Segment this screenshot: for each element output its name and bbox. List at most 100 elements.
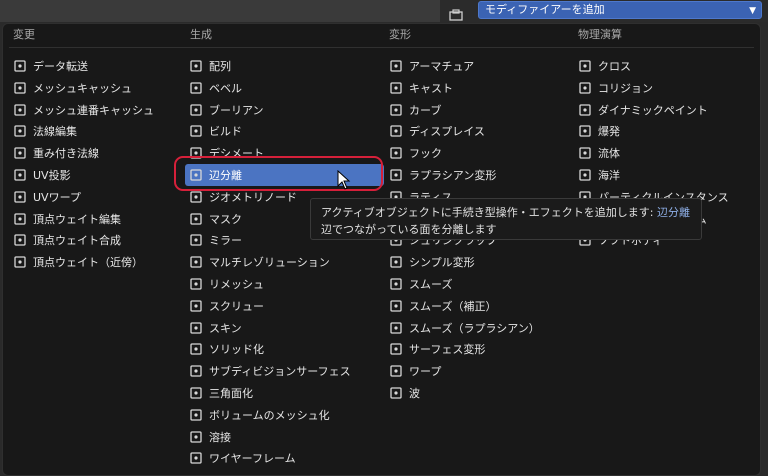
- menu-item-wave[interactable]: 波: [389, 382, 569, 404]
- menu-item-label: ボリュームのメッシュ化: [209, 408, 330, 422]
- menu-item-label: スムーズ（ラプラシアン）: [409, 321, 540, 335]
- menu-item-wireframe[interactable]: ワイヤーフレーム: [189, 447, 379, 469]
- menu-item-remesh[interactable]: リメッシュ: [189, 273, 379, 295]
- menu-item-label: ブーリアン: [209, 103, 264, 117]
- column-header-deform: 変形: [389, 28, 411, 41]
- menu-item-build[interactable]: ビルド: [189, 120, 379, 142]
- menu-item-cast[interactable]: キャスト: [389, 77, 569, 99]
- menu-item-triangulate[interactable]: 三角面化: [189, 382, 379, 404]
- wrench-toolbox-icon[interactable]: [449, 6, 463, 21]
- menu-item-solidify[interactable]: ソリッド化: [189, 338, 379, 360]
- viewport-strip: [0, 0, 440, 22]
- laplacian-deform-icon: [389, 168, 403, 182]
- menu-item-armature[interactable]: アーマチュア: [389, 55, 569, 77]
- menu-item-surface-deform[interactable]: サーフェス変形: [389, 338, 569, 360]
- menu-item-collision[interactable]: コリジョン: [578, 77, 753, 99]
- menu-item-uv-project[interactable]: UV投影: [13, 164, 178, 186]
- cloth-icon: [578, 59, 592, 73]
- menu-item-hook[interactable]: フック: [389, 142, 569, 164]
- menu-item-dynamic-paint[interactable]: ダイナミックペイント: [578, 99, 753, 121]
- menu-item-volume-to-mesh[interactable]: ボリュームのメッシュ化: [189, 404, 379, 426]
- menu-item-label: サーフェス変形: [409, 343, 486, 357]
- hook-icon: [389, 146, 403, 160]
- displace-icon: [389, 124, 403, 138]
- menu-item-cloth[interactable]: クロス: [578, 55, 753, 77]
- menu-item-multiresolution[interactable]: マルチレゾリューション: [189, 251, 379, 273]
- solidify-icon: [189, 342, 203, 356]
- menu-item-data-transfer[interactable]: データ転送: [13, 55, 178, 77]
- menu-item-label: ディスプレイス: [409, 125, 485, 139]
- menu-item-vertex-weight-proximity[interactable]: 頂点ウェイト（近傍）: [13, 251, 178, 273]
- menu-item-bevel[interactable]: ベベル: [189, 77, 379, 99]
- weld-icon: [189, 430, 203, 444]
- menu-item-smooth-corrective[interactable]: スムーズ（補正）: [389, 295, 569, 317]
- menu-item-skin[interactable]: スキン: [189, 317, 379, 339]
- chevron-down-icon: ▼: [749, 6, 756, 16]
- menu-item-displace[interactable]: ディスプレイス: [389, 120, 569, 142]
- menu-item-vertex-weight-mix[interactable]: 頂点ウェイト合成: [13, 229, 178, 251]
- menu-item-label: UV投影: [33, 169, 71, 182]
- screw-icon: [189, 299, 203, 313]
- tooltip-line2: 辺でつながっている面を分離します: [321, 223, 497, 236]
- vertex-weight-proximity-icon: [13, 255, 27, 269]
- menu-item-label: スムーズ: [409, 278, 453, 291]
- menu-item-mesh-cache[interactable]: メッシュキャッシュ: [13, 77, 178, 99]
- menu-item-label: データ転送: [33, 60, 88, 73]
- smooth-corrective-icon: [389, 299, 403, 313]
- menu-item-label: メッシュ連番キャッシュ: [33, 103, 154, 117]
- menu-item-label: コリジョン: [598, 81, 653, 95]
- vertex-weight-edit-icon: [13, 212, 27, 226]
- uv-project-icon: [13, 168, 27, 182]
- column-header-physics: 物理演算: [578, 28, 622, 41]
- menu-item-simple-deform[interactable]: シンプル変形: [389, 251, 569, 273]
- menu-item-weld[interactable]: 溶接: [189, 426, 379, 448]
- menu-item-laplacian-deform[interactable]: ラプラシアン変形: [389, 164, 569, 186]
- menu-item-weighted-normal[interactable]: 重み付き法線: [13, 142, 178, 164]
- mouse-cursor-icon: [337, 169, 351, 190]
- mirror-icon: [189, 233, 203, 247]
- triangulate-icon: [189, 386, 203, 400]
- bevel-icon: [189, 81, 203, 95]
- menu-item-label: ジオメトリノード: [209, 190, 297, 204]
- menu-item-fluid[interactable]: 流体: [578, 142, 753, 164]
- menu-item-warp[interactable]: ワープ: [389, 360, 569, 382]
- menu-item-label: ワープ: [409, 365, 442, 379]
- menu-item-curve[interactable]: カーブ: [389, 99, 569, 121]
- boolean-icon: [189, 103, 203, 117]
- menu-item-label: スクリュー: [209, 299, 264, 313]
- surface-deform-icon: [389, 342, 403, 356]
- build-icon: [189, 124, 203, 138]
- add-modifier-label: モディファイアーを追加: [485, 3, 605, 16]
- menu-item-label: ラプラシアン変形: [409, 169, 497, 182]
- fluid-icon: [578, 146, 592, 160]
- menu-item-screw[interactable]: スクリュー: [189, 295, 379, 317]
- ocean-icon: [578, 168, 592, 182]
- menu-item-vertex-weight-edit[interactable]: 頂点ウェイト編集: [13, 208, 178, 230]
- weighted-normal-icon: [13, 146, 27, 160]
- menu-item-mesh-sequence-cache[interactable]: メッシュ連番キャッシュ: [13, 99, 178, 121]
- menu-item-boolean[interactable]: ブーリアン: [189, 99, 379, 121]
- menu-item-explode[interactable]: 爆発: [578, 120, 753, 142]
- menu-item-label: キャスト: [409, 81, 453, 95]
- menu-item-label: 配列: [209, 60, 231, 73]
- vertex-weight-mix-icon: [13, 233, 27, 247]
- curve-icon: [389, 103, 403, 117]
- menu-item-smooth-laplacian[interactable]: スムーズ（ラプラシアン）: [389, 317, 569, 339]
- data-transfer-icon: [13, 59, 27, 73]
- menu-item-array[interactable]: 配列: [189, 55, 379, 77]
- smooth-laplacian-icon: [389, 321, 403, 335]
- menu-item-subdivision[interactable]: サブディビジョンサーフェス: [189, 360, 379, 382]
- menu-item-smooth[interactable]: スムーズ: [389, 273, 569, 295]
- menu-item-label: クロス: [598, 60, 631, 73]
- menu-item-uv-warp[interactable]: UVワープ: [13, 186, 178, 208]
- dynamic-paint-icon: [578, 103, 592, 117]
- uv-warp-icon: [13, 190, 27, 204]
- menu-item-ocean[interactable]: 海洋: [578, 164, 753, 186]
- add-modifier-dropdown[interactable]: モディファイアーを追加 ▼: [478, 1, 762, 19]
- warp-icon: [389, 364, 403, 378]
- menu-item-label: サブディビジョンサーフェス: [209, 365, 351, 379]
- menu-item-normal-edit[interactable]: 法線編集: [13, 120, 178, 142]
- collision-icon: [578, 81, 592, 95]
- menu-item-label: 溶接: [209, 430, 231, 444]
- menu-item-label: 波: [409, 387, 420, 400]
